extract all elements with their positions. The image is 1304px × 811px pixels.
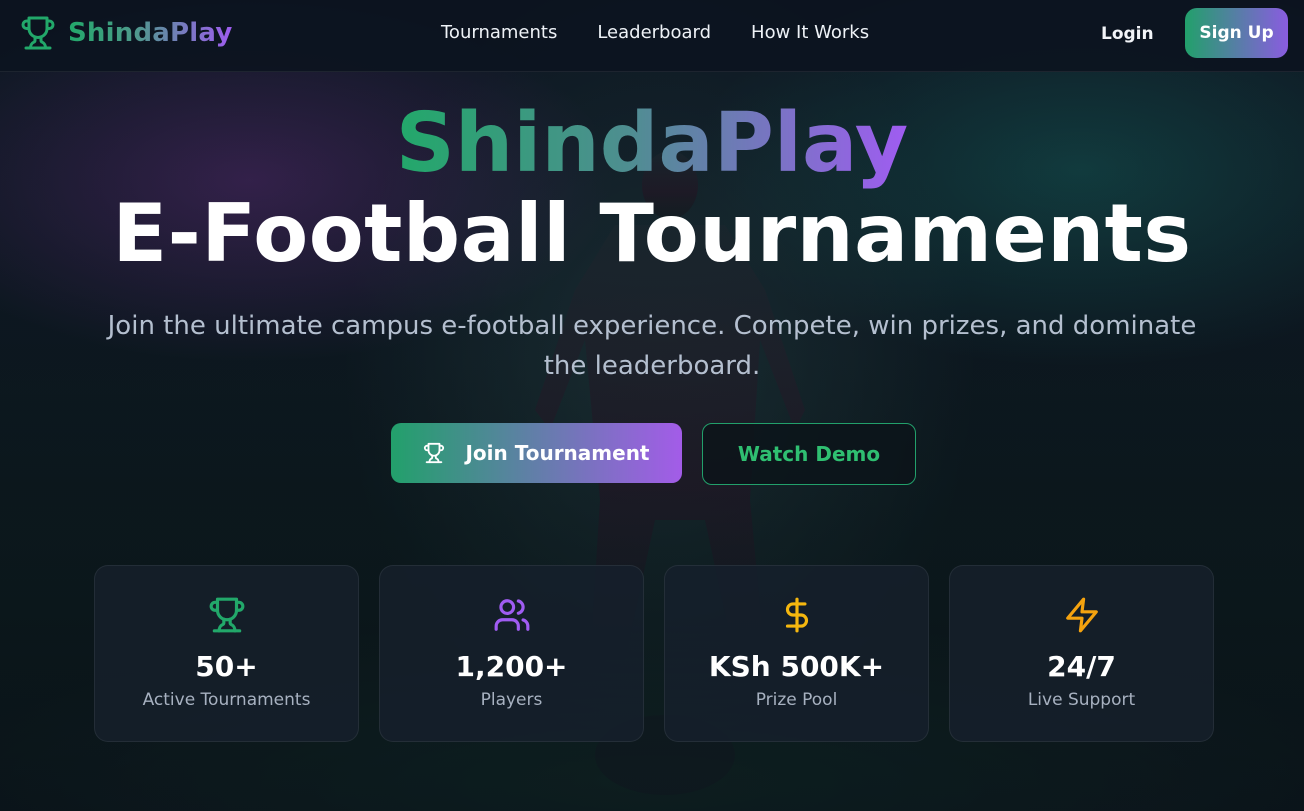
stat-card-prize-pool: KSh 500K+ Prize Pool: [664, 565, 929, 742]
brand-logo[interactable]: ShindaPlay: [20, 14, 232, 52]
hero-subtitle: Join the ultimate campus e-football expe…: [107, 311, 1197, 381]
watch-demo-button[interactable]: Watch Demo: [702, 423, 916, 485]
join-tournament-label: Join Tournament: [465, 441, 650, 465]
stat-card-tournaments: 50+ Active Tournaments: [94, 565, 359, 742]
dollar-icon: [665, 596, 928, 634]
stat-card-players: 1,200+ Players: [379, 565, 644, 742]
trophy-icon: [423, 442, 445, 464]
stat-label: Active Tournaments: [142, 690, 311, 710]
stat-card-support: 24/7 Live Support: [949, 565, 1214, 742]
stat-value: 24/7: [1047, 650, 1116, 683]
hero-title: E-Football Tournaments: [112, 187, 1192, 280]
sign-up-button[interactable]: Sign Up: [1185, 8, 1288, 58]
stat-label: Live Support: [1027, 690, 1136, 710]
trophy-icon: [20, 14, 56, 52]
login-link[interactable]: Login: [1101, 24, 1154, 44]
nav-link-tournaments[interactable]: Tournaments: [441, 22, 557, 43]
hero-brand-heading: ShindaPlay: [0, 96, 1304, 192]
stat-label: Players: [480, 690, 543, 710]
nav-link-leaderboard[interactable]: Leaderboard: [597, 22, 711, 43]
trophy-icon: [95, 596, 358, 634]
nav-link-how-it-works[interactable]: How It Works: [751, 22, 869, 43]
users-icon: [380, 596, 643, 634]
lightning-icon: [950, 596, 1213, 634]
join-tournament-button[interactable]: Join Tournament: [391, 423, 682, 483]
brand-name: ShindaPlay: [68, 18, 233, 48]
nav-links: Tournaments Leaderboard How It Works: [441, 22, 909, 43]
stat-value: 50+: [195, 650, 258, 683]
stat-value: KSh 500K+: [708, 650, 885, 683]
stat-label: Prize Pool: [755, 690, 838, 710]
hero-brand-text: ShindaPlay: [395, 96, 909, 191]
top-navbar: ShindaPlay Tournaments Leaderboard How I…: [0, 0, 1304, 72]
stat-value: 1,200+: [455, 650, 568, 683]
